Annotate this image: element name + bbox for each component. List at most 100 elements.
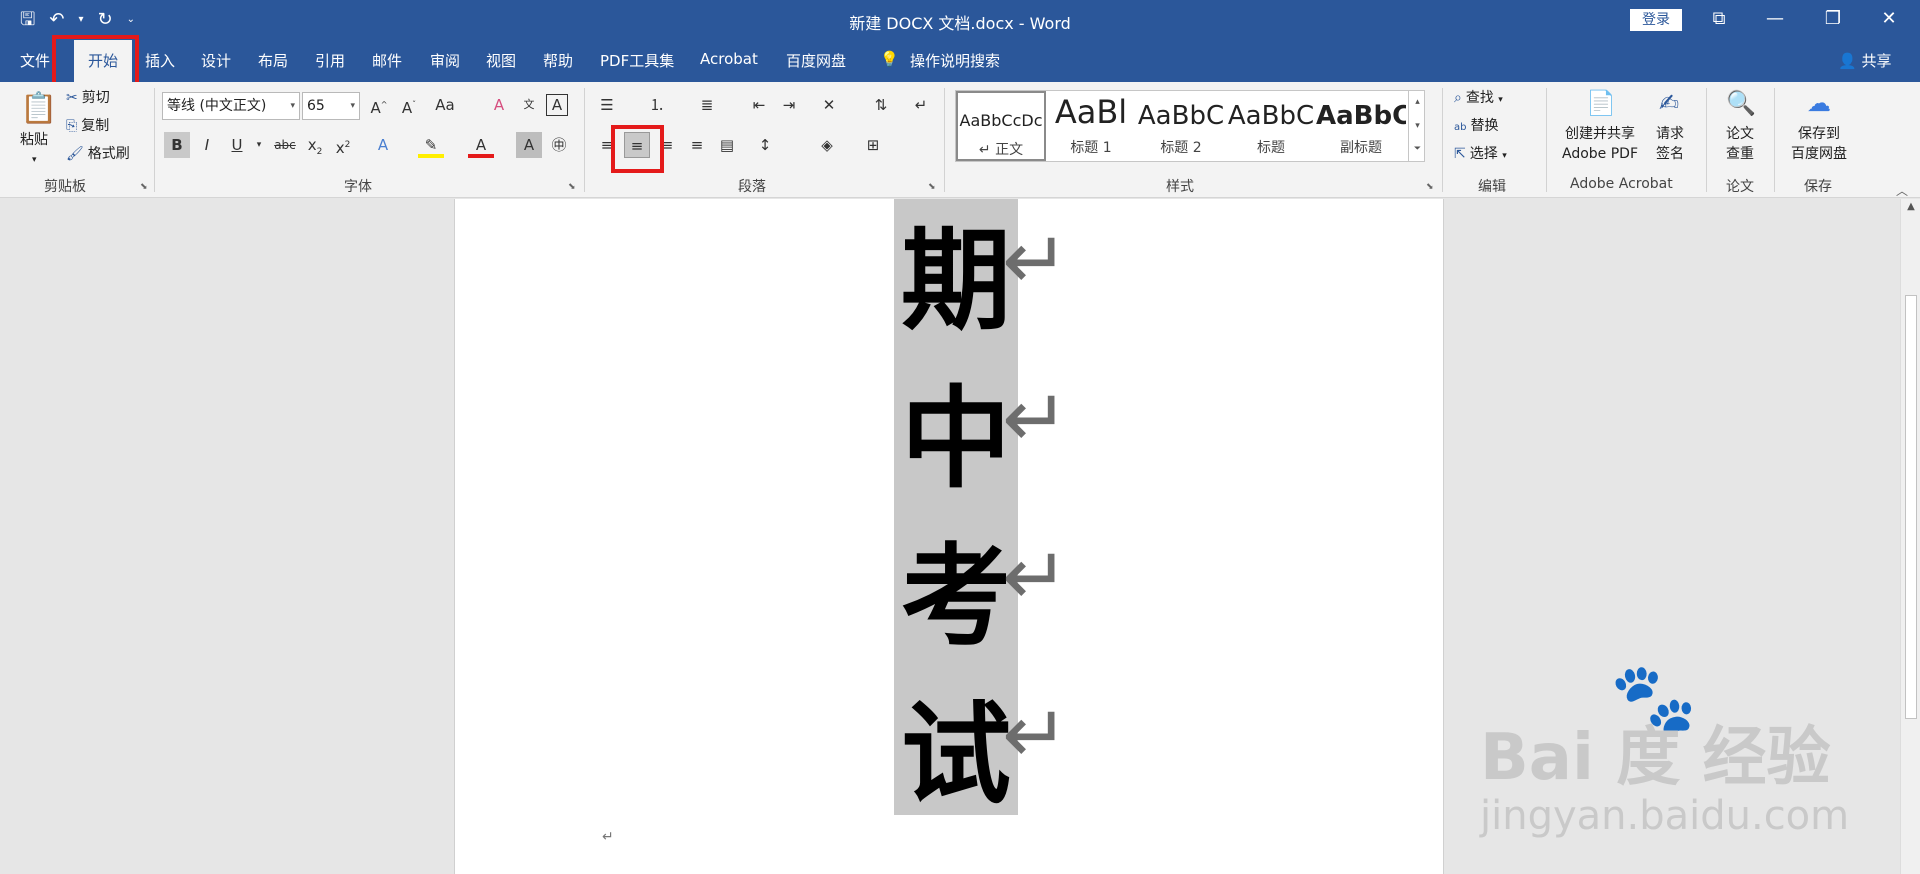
format-painter-button[interactable]: 🖌 格式刷 — [66, 144, 130, 164]
clear-formatting-icon[interactable]: A — [486, 92, 512, 118]
phonetic-guide-icon[interactable]: 文 — [516, 92, 542, 118]
tab-pdf-tools[interactable]: PDF工具集 — [600, 50, 674, 71]
share-button[interactable]: 👤 共享 — [1838, 50, 1891, 71]
styles-launcher-icon[interactable]: ⬊ — [1426, 182, 1434, 192]
sort-icon[interactable]: ⇅ — [868, 92, 894, 118]
superscript-button[interactable]: x2 — [330, 132, 356, 158]
style-subtitle[interactable]: AaBbC 副标题 — [1316, 91, 1406, 161]
collapse-ribbon-icon[interactable]: ︿ — [1896, 182, 1908, 199]
clipboard-launcher-icon[interactable]: ⬊ — [140, 182, 148, 192]
replace-icon: ab — [1454, 122, 1467, 133]
style-title[interactable]: AaBbC 标题 — [1226, 91, 1316, 161]
thesis-group-label: 论文 — [1726, 179, 1754, 195]
tab-baidu-netdisk[interactable]: 百度网盘 — [786, 50, 846, 71]
style-heading-2[interactable]: AaBbC 标题 2 — [1136, 91, 1226, 161]
font-launcher-icon[interactable]: ⬊ — [568, 182, 576, 192]
paragraph-launcher-icon[interactable]: ⬊ — [928, 182, 936, 192]
enclose-characters-icon[interactable]: ㊥ — [546, 132, 572, 158]
font-name-box[interactable]: 等线 (中文正文) ▾ — [162, 92, 300, 120]
find-button[interactable]: ⌕ 查找 ▾ — [1454, 88, 1503, 110]
tab-insert[interactable]: 插入 — [145, 50, 175, 71]
cut-button[interactable]: ✂ 剪切 — [66, 88, 110, 108]
increase-indent-icon[interactable]: ⇥ — [776, 92, 802, 118]
replace-button[interactable]: ab 替换 — [1454, 116, 1498, 138]
create-pdf-icon[interactable]: 📄 — [1586, 90, 1616, 116]
tab-layout[interactable]: 布局 — [258, 50, 288, 71]
chevron-down-icon: ▾ — [1502, 151, 1507, 161]
ribbon-display-options-icon[interactable]: ⧉ — [1696, 6, 1742, 32]
shrink-font-icon[interactable]: Aˇ — [396, 92, 422, 118]
minimize-button[interactable]: — — [1752, 6, 1798, 32]
strikethrough-button[interactable]: abc — [272, 132, 298, 158]
decrease-indent-icon[interactable]: ⇤ — [746, 92, 772, 118]
tab-mailings[interactable]: 邮件 — [372, 50, 402, 71]
share-label: 共享 — [1861, 52, 1892, 70]
cursor-icon: ⇱ — [1454, 146, 1466, 162]
grow-font-icon[interactable]: A^ — [366, 92, 392, 118]
font-size-box[interactable]: 65 ▾ — [302, 92, 360, 120]
request-signature-icon[interactable]: ✍ — [1656, 90, 1682, 116]
style-preview: AaBbCcDc — [959, 111, 1043, 130]
thesis-label-1: 论文 — [1726, 126, 1754, 142]
style-heading-1[interactable]: AaBl 标题 1 — [1046, 91, 1136, 161]
subscript-button[interactable]: x2 — [302, 132, 328, 158]
copy-button[interactable]: ⎘ 复制 — [66, 116, 109, 136]
scrollbar-thumb[interactable] — [1905, 295, 1917, 719]
select-button[interactable]: ⇱ 选择 ▾ — [1454, 144, 1507, 166]
separator — [1442, 88, 1443, 192]
line-spacing-icon[interactable]: ↕ — [752, 132, 778, 158]
save-label-1: 保存到 — [1798, 126, 1840, 142]
justify-icon[interactable]: ≡ — [684, 132, 710, 158]
change-case-icon[interactable]: Aa — [432, 92, 458, 118]
borders-icon[interactable]: ⊞ — [860, 132, 886, 158]
chinese-layout-icon[interactable]: ✕ — [816, 92, 842, 118]
more-styles-icon[interactable]: ⏷ — [1409, 138, 1426, 160]
doc-char-2[interactable]: 中 — [894, 377, 1018, 501]
style-normal[interactable]: AaBbCcDc ↵ 正文 — [956, 91, 1046, 161]
highlight-color-icon[interactable]: ✎ — [418, 132, 444, 158]
tab-review[interactable]: 审阅 — [430, 50, 460, 71]
doc-char-1[interactable]: 期 — [894, 219, 1018, 343]
restore-button[interactable]: ❐ — [1810, 6, 1856, 32]
bold-button[interactable]: B — [164, 132, 190, 158]
scroll-up-icon[interactable]: ▴ — [1409, 90, 1426, 114]
separator — [944, 88, 945, 192]
clipboard-icon[interactable]: 📋 — [20, 88, 57, 130]
italic-button[interactable]: I — [194, 132, 220, 158]
close-button[interactable]: ✕ — [1866, 6, 1912, 32]
text-effects-icon[interactable]: A — [370, 132, 396, 158]
thesis-check-icon[interactable]: 🔍 — [1726, 90, 1756, 116]
bullets-icon[interactable]: ☰ — [594, 92, 620, 118]
tab-view[interactable]: 视图 — [486, 50, 516, 71]
scroll-up-icon[interactable]: ▲ — [1901, 201, 1920, 212]
tab-acrobat[interactable]: Acrobat — [700, 50, 758, 68]
request-signature-button[interactable]: 请求 签名 — [1652, 124, 1688, 164]
doc-char-3[interactable]: 考 — [894, 535, 1018, 659]
create-pdf-label-2: Adobe PDF — [1561, 146, 1638, 162]
multilevel-list-icon[interactable]: ≣ — [694, 92, 720, 118]
font-color-icon[interactable]: A — [468, 132, 494, 158]
tab-file[interactable]: 文件 — [20, 50, 50, 71]
numbering-icon[interactable]: ⒈ — [644, 92, 670, 118]
baidu-cloud-icon[interactable]: ☁ — [1806, 90, 1832, 116]
tell-me-search[interactable]: 操作说明搜索 — [910, 50, 1000, 71]
create-share-pdf-button[interactable]: 创建并共享 Adobe PDF — [1560, 124, 1640, 164]
show-marks-icon[interactable]: ↵ — [908, 92, 934, 118]
login-button[interactable]: 登录 — [1630, 9, 1682, 31]
tab-design[interactable]: 设计 — [201, 50, 231, 71]
character-shading-icon[interactable]: A — [516, 132, 542, 158]
tab-help[interactable]: 帮助 — [543, 50, 573, 71]
distributed-icon[interactable]: ▤ — [714, 132, 740, 158]
paste-dropdown-icon[interactable]: ▾ — [32, 150, 37, 170]
styles-scroll[interactable]: ▴ ▾ ⏷ — [1408, 90, 1426, 162]
tab-references[interactable]: 引用 — [315, 50, 345, 71]
paste-button[interactable]: 粘贴 — [20, 130, 48, 150]
thesis-check-button[interactable]: 论文 查重 — [1724, 124, 1756, 164]
underline-dropdown-icon[interactable]: ▾ — [246, 132, 272, 158]
scroll-down-icon[interactable]: ▾ — [1409, 114, 1426, 138]
shading-icon[interactable]: ◈ — [814, 132, 840, 158]
doc-char-4[interactable]: 试 — [894, 693, 1018, 817]
vertical-scrollbar[interactable]: ▲ — [1900, 199, 1920, 874]
character-border-icon[interactable]: A — [546, 94, 568, 116]
save-to-baidu-button[interactable]: 保存到 百度网盘 — [1784, 124, 1854, 164]
